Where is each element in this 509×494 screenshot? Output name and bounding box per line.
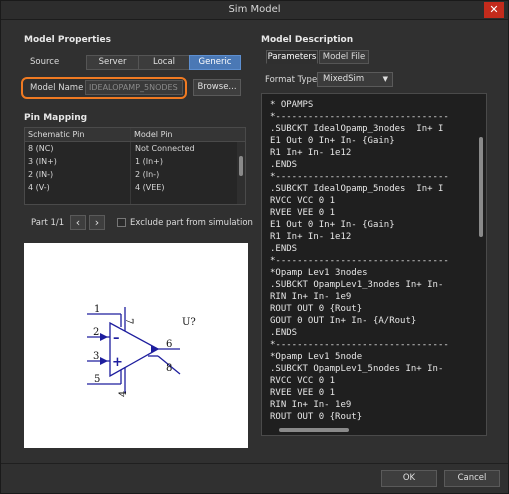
pin-6-label: 6	[166, 339, 172, 350]
pin-6-arrow-icon	[151, 345, 159, 353]
table-header: Schematic Pin Model Pin	[25, 128, 245, 142]
scrollbar-thumb[interactable]	[479, 137, 483, 237]
chevron-down-icon: ▼	[382, 75, 388, 83]
scrollbar-thumb[interactable]	[279, 428, 349, 432]
exclude-part-checkbox[interactable]	[117, 218, 126, 227]
model-pin-cell[interactable]	[131, 194, 135, 204]
source-label: Source	[30, 57, 60, 67]
table-row[interactable]: 8 (NC) Not Connected	[25, 142, 245, 155]
source-local-button[interactable]: Local	[138, 55, 190, 70]
prev-part-button[interactable]: ‹	[70, 215, 86, 230]
format-type-label: Format Type	[265, 75, 318, 85]
ok-button[interactable]: OK	[381, 470, 437, 487]
pin-7-label: 7	[123, 318, 134, 324]
model-pin-cell[interactable]: Not Connected	[131, 142, 195, 155]
designator-label: U?	[182, 317, 196, 328]
window-title: Sim Model	[228, 4, 281, 15]
tab-parameters[interactable]: Parameters	[266, 50, 318, 64]
pin-3-label: 3	[93, 351, 99, 362]
column-model-pin: Model Pin	[134, 130, 173, 139]
pin-mapping-heading: Pin Mapping	[24, 113, 88, 123]
minus-sign: –	[113, 331, 120, 346]
model-pin-cell[interactable]: 1 (In+)	[131, 155, 163, 168]
schematic-pin-cell: 8 (NC)	[25, 142, 131, 155]
model-code-text: * OPAMPS *------------------------------…	[270, 100, 449, 422]
schematic-pin-cell: 3 (IN+)	[25, 155, 131, 168]
browse-button[interactable]: Browse...	[193, 79, 241, 96]
source-server-button[interactable]: Server	[86, 55, 139, 70]
close-button[interactable]: ✕	[484, 2, 504, 18]
code-vertical-scrollbar[interactable]	[477, 95, 485, 423]
title-bar: Sim Model ✕	[1, 1, 508, 20]
footer-divider	[1, 463, 508, 464]
model-name-field[interactable]: IDEALOPAMP_5NODES	[85, 80, 183, 95]
schematic-pin-cell: 4 (V-)	[25, 181, 131, 194]
pin-3-arrow-icon	[100, 357, 108, 365]
schematic-pin-cell: 2 (IN-)	[25, 168, 131, 181]
model-code-view[interactable]: * OPAMPS *------------------------------…	[261, 93, 487, 436]
opamp-symbol: 1 2 3 5 6 7 8 4 U? – +	[87, 304, 196, 397]
model-pin-cell[interactable]: 4 (VEE)	[131, 181, 164, 194]
pin-8-label: 8	[166, 363, 172, 374]
model-name-label: Model Name	[30, 83, 84, 93]
format-type-select[interactable]: MixedSim ▼	[317, 72, 393, 87]
cancel-button[interactable]: Cancel	[444, 470, 500, 487]
tab-model-file[interactable]: Model File	[319, 50, 369, 64]
symbol-preview: 1 2 3 5 6 7 8 4 U? – +	[24, 243, 248, 448]
pin-1-label: 1	[94, 304, 100, 315]
pin-5-label: 5	[94, 374, 100, 385]
plus-sign: +	[112, 355, 123, 370]
model-description-heading: Model Description	[261, 35, 354, 45]
table-row[interactable]	[25, 194, 245, 204]
pin-4-label: 4	[118, 391, 129, 397]
part-label: Part 1/1	[31, 218, 65, 228]
schematic-pin-cell	[25, 194, 131, 204]
code-horizontal-scrollbar[interactable]	[263, 425, 476, 434]
pin-2-label: 2	[93, 327, 99, 338]
chevron-right-icon: ›	[94, 216, 100, 229]
exclude-part-label: Exclude part from simulation	[130, 218, 253, 228]
model-pin-cell[interactable]: 2 (In-)	[131, 168, 159, 181]
table-row[interactable]: 3 (IN+) 1 (In+)	[25, 155, 245, 168]
table-scrollbar[interactable]	[237, 142, 245, 204]
format-type-value: MixedSim	[323, 74, 365, 84]
source-generic-button[interactable]: Generic	[189, 55, 241, 70]
table-row[interactable]: 4 (V-) 4 (VEE)	[25, 181, 245, 194]
pin-mapping-table: Schematic Pin Model Pin 8 (NC) Not Conne…	[24, 127, 246, 205]
chevron-left-icon: ‹	[75, 216, 81, 229]
close-icon: ✕	[489, 3, 499, 16]
table-row[interactable]: 2 (IN-) 2 (In-)	[25, 168, 245, 181]
scrollbar-thumb[interactable]	[239, 156, 243, 176]
column-schematic-pin: Schematic Pin	[25, 128, 131, 141]
model-properties-heading: Model Properties	[24, 35, 111, 45]
sim-model-dialog: Sim Model ✕ Model Properties Source Serv…	[0, 0, 509, 494]
next-part-button[interactable]: ›	[89, 215, 105, 230]
pin-2-arrow-icon	[100, 333, 108, 341]
